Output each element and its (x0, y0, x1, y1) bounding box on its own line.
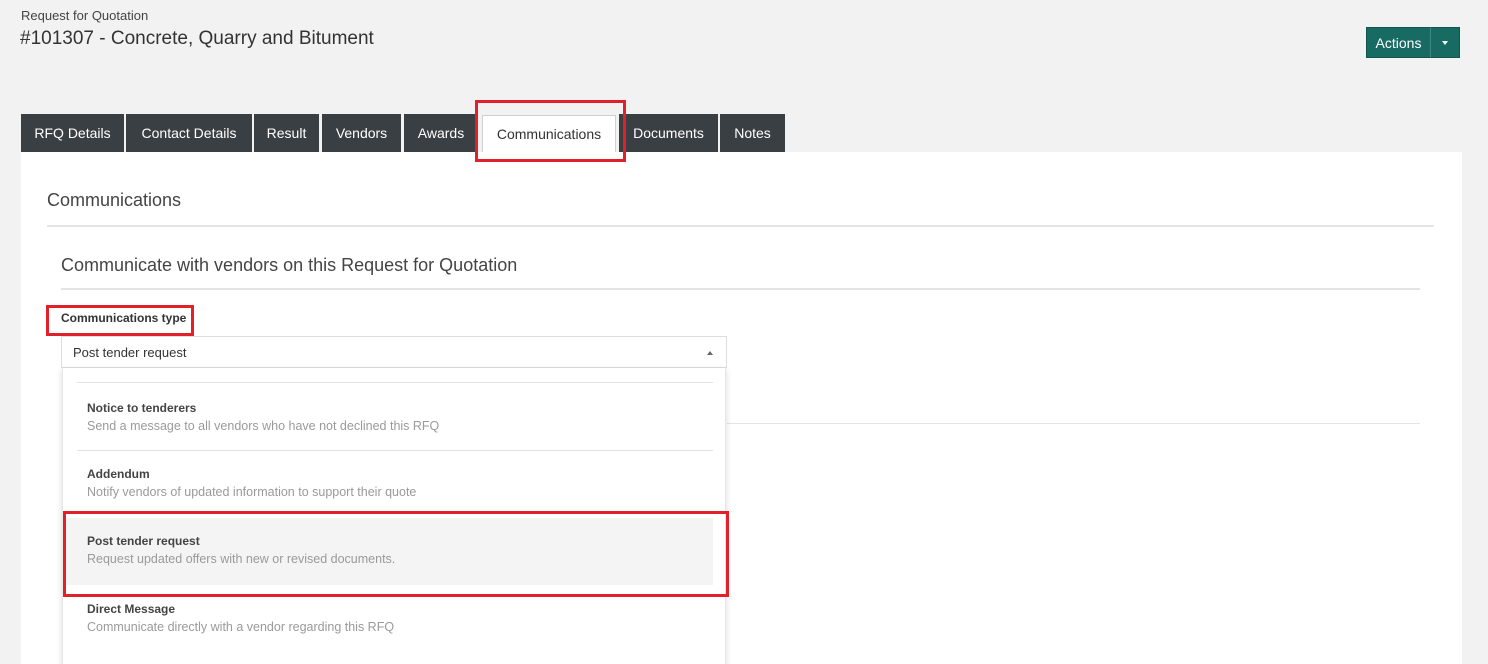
tab-contact-details[interactable]: Contact Details (126, 114, 252, 152)
tab-awards[interactable]: Awards (404, 114, 478, 152)
option-title: Post tender request (87, 534, 200, 548)
caret-up-icon (707, 351, 713, 355)
tab-notes[interactable]: Notes (720, 114, 785, 152)
tab-result[interactable]: Result (254, 114, 319, 152)
option-description: Communicate directly with a vendor regar… (87, 620, 395, 634)
section-title: Communications (47, 190, 182, 210)
divider (61, 288, 1420, 290)
select-value: Post tender request (73, 345, 187, 360)
section-subtitle: Communicate with vendors on this Request… (61, 255, 518, 275)
divider (727, 423, 1420, 424)
option-description: Notify vendors of updated information to… (87, 485, 417, 499)
option-direct-message[interactable]: Direct Message Communicate directly with… (65, 586, 713, 653)
option-notice-to-tenderers[interactable]: Notice to tenderers Send a message to al… (65, 383, 713, 450)
option-description: Send a message to all vendors who have n… (87, 419, 440, 433)
actions-dropdown-toggle[interactable] (1430, 27, 1460, 58)
option-description: Request updated offers with new or revis… (87, 552, 396, 566)
option-title: Addendum (87, 467, 150, 481)
option-addendum[interactable]: Addendum Notify vendors of updated infor… (65, 451, 713, 518)
option-post-tender-request[interactable]: Post tender request Request updated offe… (65, 518, 713, 585)
actions-button-group: Actions (1366, 27, 1460, 58)
communications-type-select[interactable]: Post tender request (61, 336, 727, 368)
page-title: #101307 - Concrete, Quarry and Bitument (20, 28, 374, 49)
tab-communications[interactable]: Communications (482, 115, 616, 152)
caret-down-icon (1442, 40, 1448, 45)
option-title: Direct Message (87, 602, 176, 616)
tab-documents[interactable]: Documents (619, 114, 718, 152)
communications-type-dropdown: Notice to tenderers Send a message to al… (62, 368, 726, 664)
communications-type-label: Communications type (61, 311, 187, 325)
breadcrumb: Request for Quotation (21, 8, 149, 23)
divider (47, 225, 1434, 227)
tab-vendors[interactable]: Vendors (322, 114, 401, 152)
option-title: Notice to tenderers (87, 401, 197, 415)
tab-rfq-details[interactable]: RFQ Details (21, 114, 124, 152)
actions-button[interactable]: Actions (1366, 27, 1430, 58)
